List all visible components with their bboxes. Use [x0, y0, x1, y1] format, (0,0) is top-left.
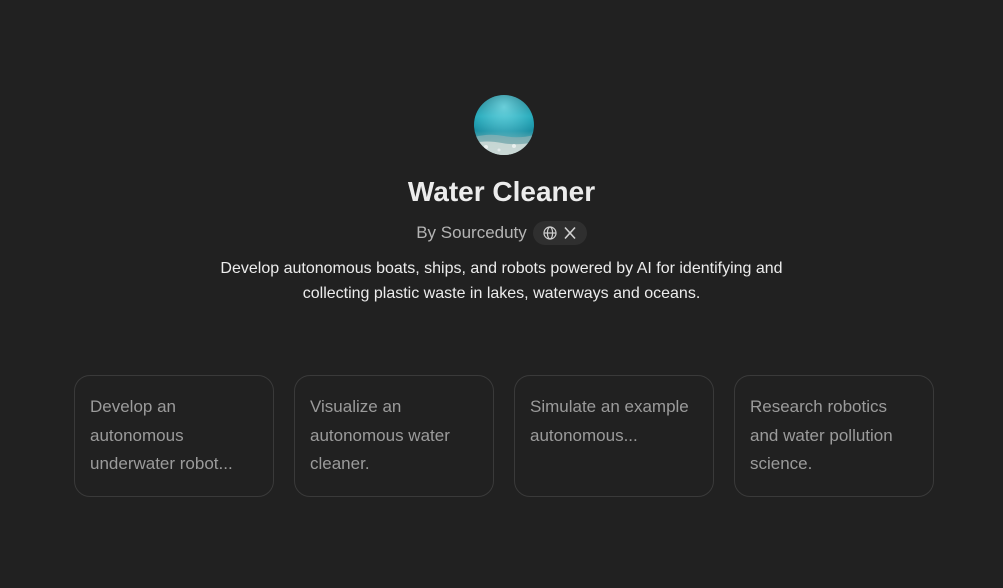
author-links: [532, 221, 587, 245]
gpt-description: Develop autonomous boats, ships, and rob…: [220, 260, 783, 302]
author-byline: By Sourceduty: [0, 220, 1003, 246]
conversation-starters: Develop an autonomous underwater robot..…: [74, 375, 934, 497]
gpt-avatar: [474, 95, 534, 155]
author-name: By Sourceduty: [416, 223, 527, 242]
globe-icon[interactable]: [543, 226, 557, 240]
starter-text: Research robotics and water pollution sc…: [750, 397, 893, 473]
starter-card[interactable]: Visualize an autonomous water cleaner.: [294, 375, 494, 497]
starter-card[interactable]: Develop an autonomous underwater robot..…: [74, 375, 274, 497]
starter-card[interactable]: Simulate an example autonomous...: [514, 375, 714, 497]
gpt-title: Water Cleaner: [407, 176, 596, 207]
gpt-landing: Water Cleaner By Sourceduty Develop auto…: [0, 0, 1003, 588]
starter-text: Develop an autonomous underwater robot..…: [90, 397, 233, 473]
starter-text: Simulate an example autonomous...: [530, 397, 689, 445]
underwater-ocean-image: [474, 95, 534, 155]
starter-text: Visualize an autonomous water cleaner.: [310, 397, 450, 473]
x-icon[interactable]: [563, 226, 577, 240]
starter-card[interactable]: Research robotics and water pollution sc…: [734, 375, 934, 497]
